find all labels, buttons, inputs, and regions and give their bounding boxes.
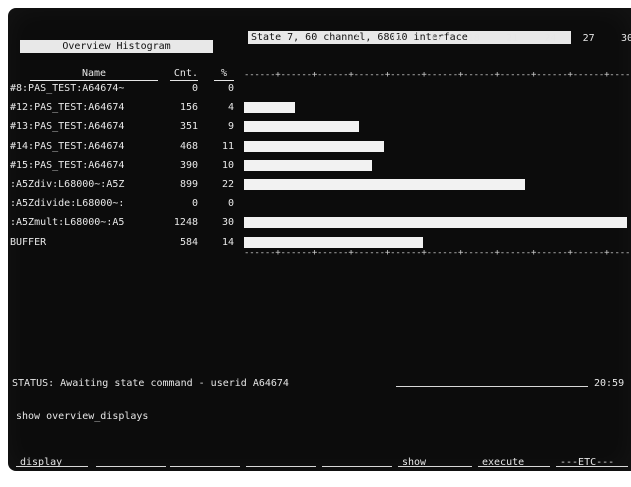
softkey-etc[interactable]: ---ETC---: [560, 457, 614, 468]
row-name: :A5Zdiv:L68000~:A5Z: [10, 179, 125, 190]
softkey-execute[interactable]: execute: [482, 457, 524, 468]
status-time: 20:59: [594, 378, 625, 389]
row-name: #13:PAS_TEST:A64674: [10, 121, 125, 133]
row-name: #15:PAS_TEST:A64674: [10, 159, 125, 171]
row-name: #8:PAS_TEST:A64674~: [10, 83, 125, 94]
histogram-row: :A5Zmult:L68000~:A5 1248 30: [10, 216, 240, 230]
histogram-row: BUFFER 584 14: [10, 236, 240, 250]
histogram-row: #12:PAS_TEST:A64674 156 4: [10, 101, 240, 115]
scale-tick-label: 30: [620, 33, 631, 44]
command-line[interactable]: show overview_displays: [16, 410, 148, 423]
histogram-row: #15:PAS_TEST:A64674 390 10: [10, 159, 240, 173]
scale-tick-label: 3: [279, 33, 286, 44]
scale-tick-label: 15: [429, 33, 442, 44]
scale-line-bottom: ------+------+------+------+------+-----…: [244, 250, 631, 256]
histogram-bar: [244, 217, 627, 229]
histogram-bar: [244, 102, 296, 114]
column-header-percent: %: [214, 67, 234, 81]
softkey-show[interactable]: show: [402, 457, 426, 468]
row-percent: 11: [221, 140, 234, 152]
scale-tick-label: 21: [506, 33, 519, 44]
histogram-row: :A5Zdiv:L68000~:A5Z 899 22: [10, 178, 240, 192]
scale-tick-label: 6: [317, 33, 324, 44]
scale-tick-label: 27: [582, 33, 595, 44]
softkey-slot-line: [322, 466, 392, 467]
scale-line-top: ------+------+------+------+------+-----…: [244, 72, 631, 78]
panel-title: Overview Histogram: [20, 40, 213, 53]
row-count: 584: [179, 236, 198, 248]
row-percent: 9: [227, 121, 234, 133]
row-name: #12:PAS_TEST:A64674: [10, 102, 125, 114]
histogram-bar: [244, 140, 385, 152]
row-percent: 0: [227, 198, 234, 210]
row-name: #14:PAS_TEST:A64674: [10, 140, 125, 152]
row-count: 351: [179, 121, 198, 133]
row-name: :A5Zmult:L68000~:A5: [10, 217, 125, 229]
status-rule: [396, 386, 588, 387]
row-percent: 22: [221, 179, 234, 190]
column-header-name: Name: [30, 67, 158, 81]
scale-tick-label: 9: [355, 33, 362, 44]
row-count: 0: [191, 83, 198, 94]
softkey-slot-line: [96, 466, 166, 467]
status-line: STATUS: Awaiting state command - userid …: [12, 378, 289, 389]
histogram-row: #14:PAS_TEST:A64674 468 11: [10, 140, 240, 154]
row-count: 1248: [173, 217, 198, 229]
row-count: 390: [179, 159, 198, 171]
row-name: BUFFER: [10, 236, 47, 248]
row-count: 468: [179, 140, 198, 152]
row-percent: 30: [221, 217, 234, 229]
histogram-row: #13:PAS_TEST:A64674 351 9: [10, 120, 240, 134]
row-count: 156: [179, 102, 198, 114]
histogram-bar: [244, 236, 423, 248]
row-percent: 10: [221, 159, 234, 171]
softkey-slot-line: [170, 466, 240, 467]
scale-tick-label: 12: [391, 33, 404, 44]
histogram-row: :A5Zdivide:L68000~: 0 0: [10, 197, 240, 211]
row-count: 0: [191, 198, 198, 210]
row-percent: 4: [227, 102, 234, 114]
terminal-screen: Overview Histogram State 7, 60 channel, …: [8, 8, 631, 471]
column-header-count: Cnt.: [170, 67, 198, 81]
row-count: 899: [179, 179, 198, 190]
histogram-bar: [244, 121, 359, 133]
row-percent: 14: [221, 236, 234, 248]
softkey-slot-line: [246, 466, 316, 467]
row-name: :A5Zdivide:L68000~:: [10, 198, 125, 210]
histogram-row: #8:PAS_TEST:A64674~ 0 0: [10, 82, 240, 96]
scale-tick-label: 18: [467, 33, 480, 44]
scale-tick-label: 24: [544, 33, 557, 44]
row-percent: 0: [227, 83, 234, 94]
histogram-bar: [244, 179, 525, 190]
histogram-bar: [244, 159, 372, 171]
softkey-display[interactable]: display: [20, 457, 62, 468]
